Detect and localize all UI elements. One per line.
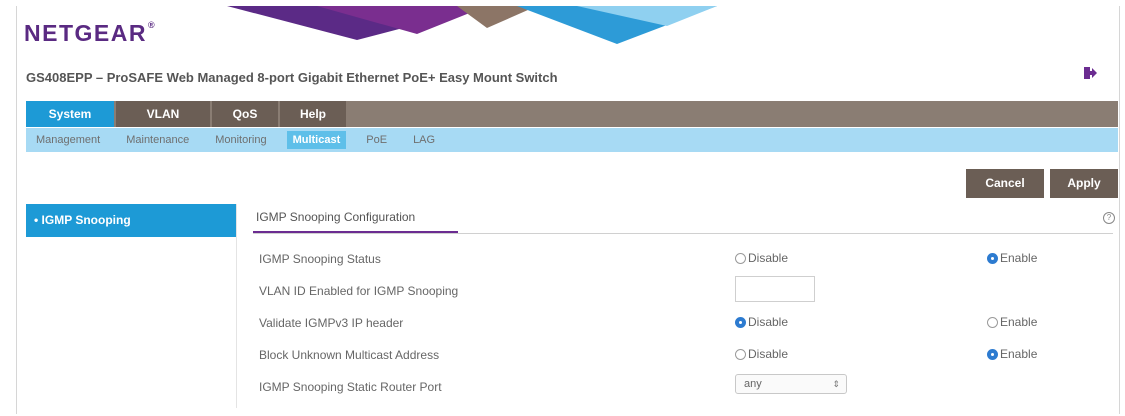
block-unknown-disable-radio[interactable]: Disable <box>735 347 788 361</box>
igmp-status-enable-label: Enable <box>1000 251 1038 265</box>
sidebar-item-igmp-snooping[interactable]: • IGMP Snooping <box>26 204 236 237</box>
radio-checked-icon <box>735 316 746 328</box>
static-router-port-value: any <box>744 378 762 390</box>
validate-header-disable-label: Disable <box>748 315 789 329</box>
radio-unchecked-icon <box>735 252 746 264</box>
igmp-status-enable-radio[interactable]: Enable <box>987 251 1037 265</box>
vlan-id-input[interactable] <box>735 276 815 302</box>
static-router-port-select[interactable]: any ⇕ <box>735 374 847 394</box>
validate-header-label: Validate IGMPv3 IP header <box>259 316 404 330</box>
logo-trademark: ® <box>147 20 157 30</box>
section-divider <box>253 233 1113 234</box>
netgear-logo: NETGEAR® <box>24 20 156 47</box>
block-unknown-enable-label: Enable <box>1000 347 1038 361</box>
igmp-status-label: IGMP Snooping Status <box>259 252 381 266</box>
subtab-multicast[interactable]: Multicast <box>286 131 347 149</box>
subtab-monitoring[interactable]: Monitoring <box>209 131 272 149</box>
tab-qos[interactable]: QoS <box>212 101 278 127</box>
igmp-status-disable-radio[interactable]: Disable <box>735 251 788 265</box>
sidebar-item-bullet: • <box>34 213 39 227</box>
sidebar: • IGMP Snooping <box>26 204 237 408</box>
subtab-lag[interactable]: LAG <box>407 131 441 149</box>
header-banner-graphic <box>227 6 717 44</box>
vlan-id-label: VLAN ID Enabled for IGMP Snooping <box>259 284 459 298</box>
validate-header-enable-label: Enable <box>1000 315 1038 329</box>
subtab-maintenance[interactable]: Maintenance <box>120 131 195 149</box>
validate-header-enable-radio[interactable]: Enable <box>987 315 1037 329</box>
help-icon[interactable]: ? <box>1103 212 1115 224</box>
igmp-status-disable-label: Disable <box>748 251 789 265</box>
tab-vlan[interactable]: VLAN <box>116 101 210 127</box>
chevron-updown-icon: ⇕ <box>832 379 840 389</box>
block-unknown-enable-radio[interactable]: Enable <box>987 347 1037 361</box>
radio-checked-icon <box>987 348 998 360</box>
block-unknown-label: Block Unknown Multicast Address <box>259 348 440 362</box>
radio-unchecked-icon <box>735 348 746 360</box>
static-router-port-label: IGMP Snooping Static Router Port <box>259 380 442 394</box>
sidebar-item-label: IGMP Snooping <box>41 213 131 227</box>
block-unknown-disable-label: Disable <box>748 347 789 361</box>
tab-help[interactable]: Help <box>280 101 346 127</box>
subtab-management[interactable]: Management <box>30 131 106 149</box>
radio-checked-icon <box>987 252 998 264</box>
product-title: GS408EPP – ProSAFE Web Managed 8-port Gi… <box>26 70 558 85</box>
cancel-button[interactable]: Cancel <box>966 169 1044 198</box>
validate-header-disable-radio[interactable]: Disable <box>735 315 788 329</box>
tab-system[interactable]: System <box>26 101 114 127</box>
logout-icon[interactable] <box>1081 64 1097 82</box>
sub-nav: Management Maintenance Monitoring Multic… <box>26 128 1118 152</box>
subtab-poe[interactable]: PoE <box>360 131 393 149</box>
main-nav: System VLAN QoS Help <box>26 101 1118 127</box>
radio-unchecked-icon <box>987 316 998 328</box>
apply-button[interactable]: Apply <box>1050 169 1118 198</box>
logo-text: NETGEAR <box>24 20 147 46</box>
section-title: IGMP Snooping Configuration <box>256 210 416 224</box>
